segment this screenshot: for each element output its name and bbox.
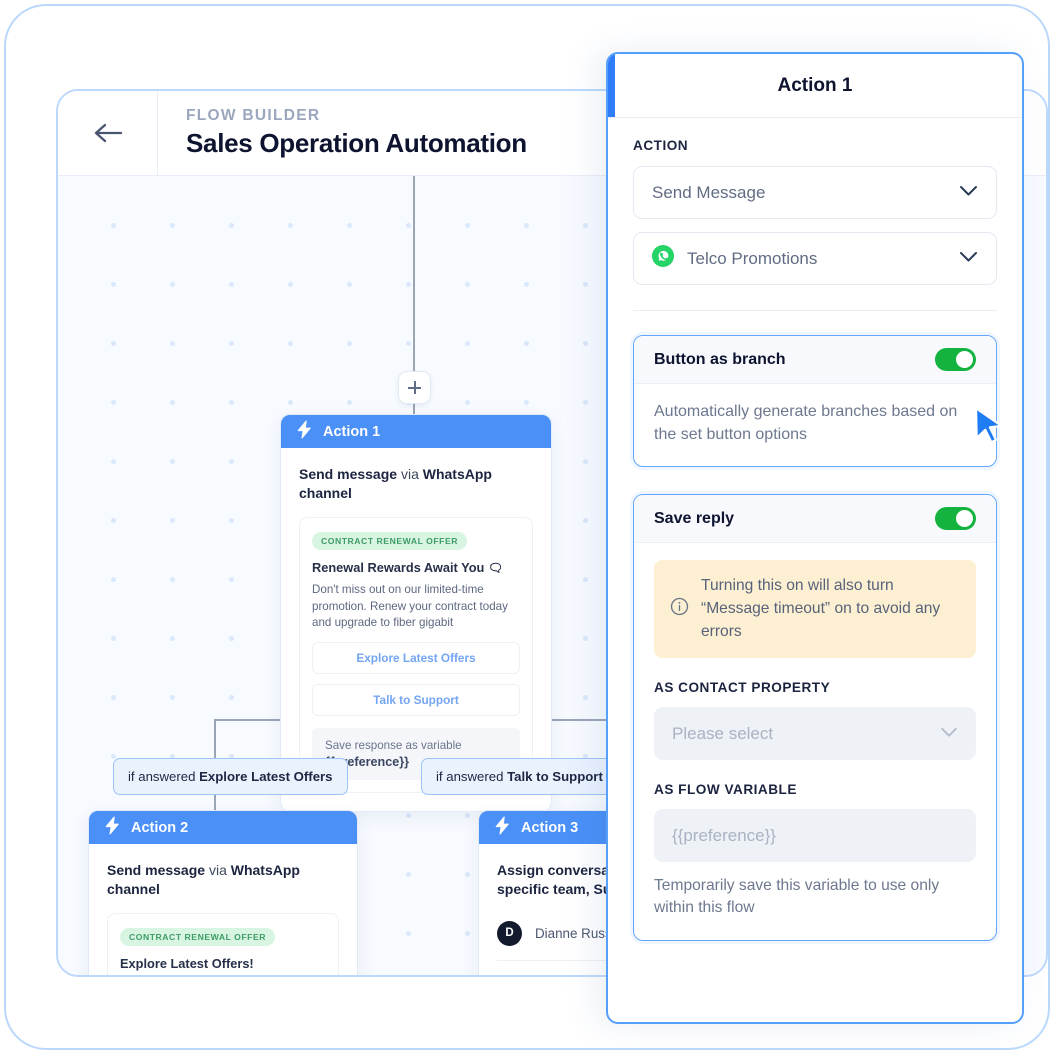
- config-panel-header: Action 1: [608, 54, 1022, 118]
- action-card-2-header: Action 2: [89, 811, 357, 844]
- contact-property-label: AS CONTACT PROPERTY: [654, 680, 831, 696]
- subtitle-bold-1: Send message: [299, 466, 398, 482]
- action-card-2[interactable]: Action 2 Send message via WhatsApp chann…: [88, 810, 358, 975]
- info-banner: Turning this on will also turn “Message …: [654, 560, 976, 659]
- lightning-bolt-icon: [105, 815, 120, 840]
- subtitle-regular: via: [397, 466, 423, 482]
- flow-variable-input[interactable]: {{preference}}: [654, 809, 976, 863]
- branch-pill-explore-offers[interactable]: if answered Explore Latest Offers: [113, 758, 348, 795]
- whatsapp-icon: [652, 245, 674, 272]
- config-panel-body: ACTION Send Message Telco Promotions But…: [608, 118, 1022, 941]
- arrow-left-icon: [93, 122, 123, 144]
- action-card-2-title: Action 2: [131, 819, 189, 836]
- branch-label-2: Talk to Support: [507, 769, 603, 784]
- branch-prefix-2: if answered: [436, 769, 508, 784]
- contact-property-select[interactable]: Please select: [654, 707, 976, 761]
- avatar: M: [497, 974, 522, 975]
- action-config-panel: Action 1 ACTION Send Message Telco Promo…: [606, 52, 1024, 1024]
- back-button[interactable]: [58, 91, 158, 175]
- message-button-explore-offers[interactable]: Explore Latest Offers: [312, 642, 520, 675]
- app-frame: FLOW BUILDER Sales Operation Automation: [4, 4, 1050, 1050]
- action-card-1-body: Send message via WhatsApp channel CONTRA…: [281, 448, 551, 811]
- config-panel-title: Action 1: [777, 74, 853, 96]
- button-as-branch-toggle[interactable]: [935, 348, 976, 371]
- branch-pill-talk-support[interactable]: if answered Talk to Support: [421, 758, 618, 795]
- button-as-branch-header: Button as branch: [634, 336, 996, 384]
- channel-select[interactable]: Telco Promotions: [633, 232, 997, 285]
- branch-label-1: Explore Latest Offers: [199, 769, 333, 784]
- offer-tag: CONTRACT RENEWAL OFFER: [120, 927, 276, 946]
- button-as-branch-card: Button as branch Automatically generate …: [633, 335, 997, 468]
- action-card-1-title: Action 1: [323, 423, 381, 440]
- action-card-1-header: Action 1: [281, 415, 551, 448]
- page-title: Sales Operation Automation: [186, 128, 527, 158]
- panel-accent-bar: [608, 54, 615, 117]
- add-node-button[interactable]: [398, 371, 431, 404]
- save-response-label: Save response as variable: [325, 739, 462, 753]
- lightning-bolt-icon: [297, 419, 312, 444]
- save-reply-toggle[interactable]: [935, 507, 976, 531]
- channel-value: Telco Promotions: [687, 248, 818, 268]
- button-as-branch-title: Button as branch: [654, 350, 786, 368]
- info-banner-text: Turning this on will also turn “Message …: [701, 577, 941, 640]
- action-card-3-title: Action 3: [521, 819, 579, 836]
- save-reply-card: Save reply Turning this on will also tur: [633, 494, 997, 941]
- avatar: D: [497, 920, 522, 946]
- message-preview-1: CONTRACT RENEWAL OFFER Renewal Rewards A…: [299, 516, 533, 794]
- save-reply-title: Save reply: [654, 509, 735, 527]
- action-type-select[interactable]: Send Message: [633, 166, 997, 219]
- message-button-talk-support[interactable]: Talk to Support: [312, 684, 520, 717]
- action-section: ACTION Send Message Telco Promotions: [633, 118, 997, 311]
- chevron-down-icon: [940, 725, 958, 743]
- message-preview-2: CONTRACT RENEWAL OFFER Explore Latest Of…: [107, 912, 339, 975]
- message-title-text-1: Renewal Rewards Await You: [312, 559, 485, 575]
- button-as-branch-description: Automatically generate branches based on…: [654, 403, 958, 443]
- info-circle-icon: [670, 597, 689, 621]
- message-title-1: Renewal Rewards Await You 🗨: [312, 560, 520, 575]
- flow-variable-placeholder: {{preference}}: [672, 825, 776, 845]
- save-reply-header: Save reply: [634, 495, 996, 544]
- connector-top: [413, 176, 415, 372]
- contact-property-placeholder: Please select: [672, 723, 774, 743]
- speech-balloon-icon: 🗨: [487, 560, 504, 575]
- message-title-2: Explore Latest Offers!: [120, 955, 254, 971]
- action-card-1[interactable]: Action 1 Send message via WhatsApp chann…: [280, 414, 552, 813]
- breadcrumb-eyebrow: FLOW BUILDER: [186, 107, 321, 124]
- message-body-1: Don't miss out on our limited-time promo…: [312, 582, 508, 630]
- action-card-1-subtitle: Send message via WhatsApp channel: [299, 465, 533, 503]
- save-reply-body: Turning this on will also turn “Message …: [634, 543, 996, 939]
- flow-variable-label: AS FLOW VARIABLE: [654, 782, 797, 798]
- subtitle-bold-1: Send message: [107, 862, 206, 878]
- offer-tag: CONTRACT RENEWAL OFFER: [312, 531, 468, 550]
- subtitle-regular: via: [205, 862, 231, 878]
- chevron-down-icon: [959, 250, 978, 268]
- action-type-value: Send Message: [652, 182, 766, 202]
- action-section-label: ACTION: [633, 138, 689, 153]
- connector-left-branch: [214, 719, 216, 759]
- button-as-branch-body: Automatically generate branches based on…: [634, 384, 996, 466]
- flow-variable-helper: Temporarily save this variable to use on…: [654, 877, 940, 917]
- flow-title-block: FLOW BUILDER Sales Operation Automation: [158, 91, 527, 175]
- chevron-down-icon: [959, 184, 978, 202]
- branch-prefix-1: if answered: [128, 769, 200, 784]
- lightning-bolt-icon: [495, 815, 510, 840]
- action-card-2-body: Send message via WhatsApp channel CONTRA…: [89, 844, 357, 975]
- action-card-2-subtitle: Send message via WhatsApp channel: [107, 861, 339, 899]
